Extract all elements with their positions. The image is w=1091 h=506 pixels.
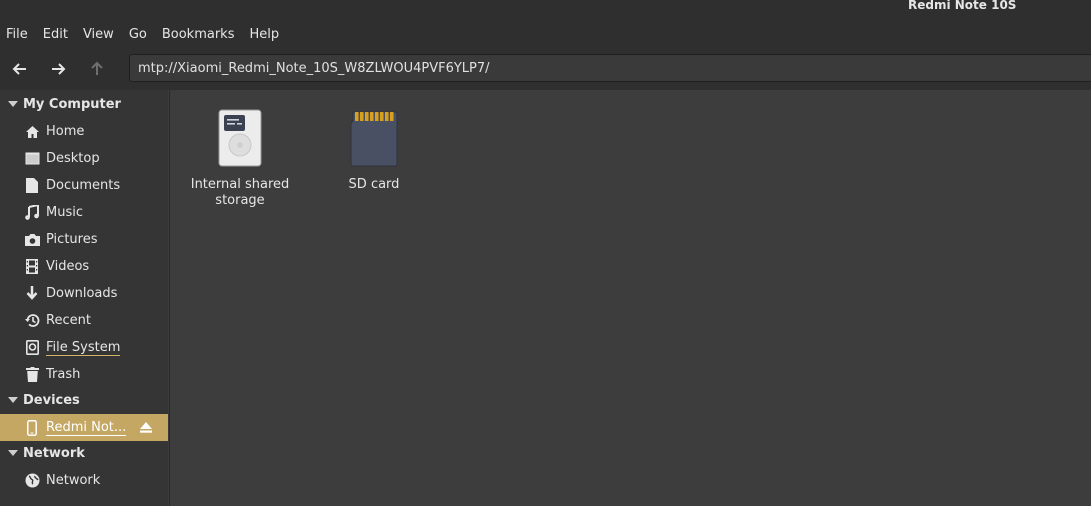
drive-icon [24, 340, 40, 356]
title-bar: Redmi Note 10S [0, 0, 1091, 20]
back-button[interactable] [8, 57, 32, 81]
film-icon [24, 259, 40, 275]
sidebar-item-label: Documents [46, 178, 121, 193]
section-label: Network [23, 445, 85, 461]
section-label: Devices [23, 392, 80, 408]
sidebar-item-label: Redmi Not... [46, 419, 127, 436]
forward-button[interactable] [46, 57, 70, 81]
download-icon [24, 286, 40, 302]
history-icon [24, 313, 40, 329]
window-title: Redmi Note 10S [908, 0, 1017, 12]
sidebar-item-label: Music [46, 205, 83, 220]
file-item-internal-storage[interactable]: Internal shared storage [190, 109, 290, 209]
file-view: Internal shared storage SD card [169, 90, 1091, 506]
desktop-icon [24, 151, 40, 167]
arrow-up-icon [91, 61, 103, 75]
chevron-down-icon [8, 101, 18, 107]
file-label-line1: Internal shared [190, 177, 290, 192]
toolbar: mtp://Xiaomi_Redmi_Note_10S_W8ZLWOU4PVF6… [0, 48, 1091, 90]
sidebar-item-pictures[interactable]: Pictures [0, 226, 168, 253]
menu-edit[interactable]: Edit [37, 27, 76, 42]
sidebar-item-recent[interactable]: Recent [0, 307, 168, 334]
sidebar-item-label: Trash [46, 367, 81, 382]
sidebar-item-redmi-device[interactable]: Redmi Not... [0, 414, 168, 441]
sidebar-item-videos[interactable]: Videos [0, 253, 168, 280]
chevron-down-icon [8, 397, 18, 403]
sidebar-item-downloads[interactable]: Downloads [0, 280, 168, 307]
location-path: mtp://Xiaomi_Redmi_Note_10S_W8ZLWOU4PVF6… [138, 60, 490, 76]
globe-icon [24, 473, 40, 489]
sidebar-item-music[interactable]: Music [0, 199, 168, 226]
sidebar: My Computer Home Desktop Documents Music… [0, 90, 168, 506]
sidebar-item-file-system[interactable]: File System [0, 334, 168, 361]
up-button[interactable] [85, 57, 109, 81]
chevron-down-icon [8, 450, 18, 456]
sidebar-item-documents[interactable]: Documents [0, 172, 168, 199]
sidebar-item-label: Home [46, 124, 85, 139]
file-label-line2: storage [215, 193, 265, 208]
trash-icon [24, 367, 40, 383]
menu-bar: File Edit View Go Bookmarks Help [0, 20, 1091, 48]
document-icon [24, 178, 40, 194]
music-icon [24, 205, 40, 221]
sidebar-item-label: Desktop [46, 151, 100, 166]
section-my-computer[interactable]: My Computer [0, 91, 121, 117]
phone-icon [24, 419, 40, 436]
internal-storage-icon [218, 109, 262, 167]
sidebar-item-home[interactable]: Home [0, 118, 168, 145]
sidebar-item-label: Downloads [46, 286, 118, 301]
menu-view[interactable]: View [77, 27, 122, 42]
camera-icon [24, 232, 40, 248]
sd-card-icon [350, 111, 398, 167]
location-bar[interactable]: mtp://Xiaomi_Redmi_Note_10S_W8ZLWOU4PVF6… [129, 54, 1091, 82]
section-network[interactable]: Network [0, 440, 85, 466]
sidebar-item-label: Network [46, 473, 101, 488]
sidebar-item-label: Pictures [46, 232, 98, 247]
file-item-sd-card[interactable]: SD card [324, 109, 424, 193]
sidebar-item-network[interactable]: Network [0, 467, 168, 494]
sidebar-item-trash[interactable]: Trash [0, 361, 168, 388]
sidebar-item-label: File System [46, 339, 121, 356]
section-label: My Computer [23, 96, 121, 112]
sidebar-item-label: Recent [46, 313, 91, 328]
menu-go[interactable]: Go [123, 27, 155, 42]
home-icon [24, 124, 40, 140]
arrow-left-icon [12, 63, 26, 75]
eject-icon[interactable] [140, 422, 153, 433]
sidebar-item-label: Videos [46, 259, 90, 274]
menu-bookmarks[interactable]: Bookmarks [156, 27, 243, 42]
arrow-right-icon [52, 63, 66, 75]
menu-help[interactable]: Help [243, 27, 287, 42]
sidebar-item-desktop[interactable]: Desktop [0, 145, 168, 172]
menu-file[interactable]: File [0, 27, 36, 42]
file-label-line1: SD card [348, 177, 400, 192]
section-devices[interactable]: Devices [0, 387, 80, 413]
